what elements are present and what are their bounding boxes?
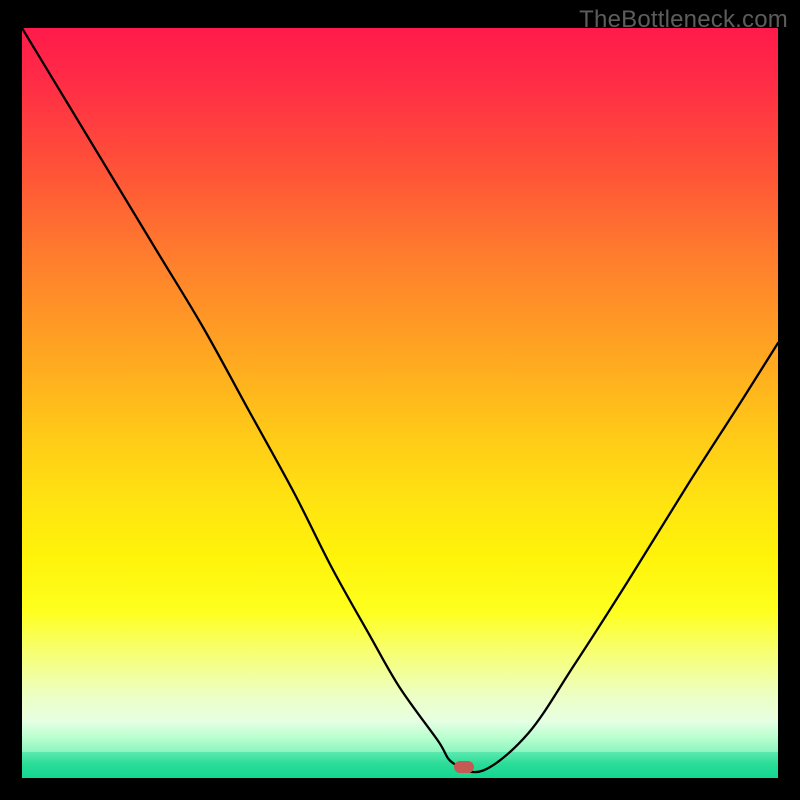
optimal-marker: [454, 761, 474, 773]
chart-frame: TheBottleneck.com: [0, 0, 800, 800]
watermark-text: TheBottleneck.com: [579, 6, 788, 34]
bottleneck-curve-path: [22, 28, 778, 772]
bottleneck-curve: [22, 28, 778, 778]
plot-area: [22, 28, 778, 778]
